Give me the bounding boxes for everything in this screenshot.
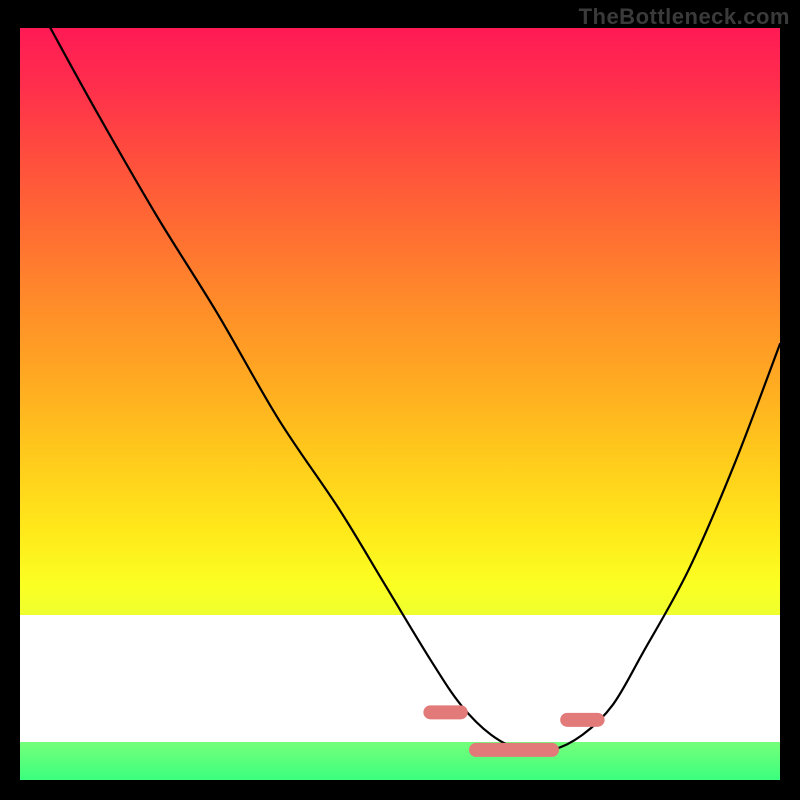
bottleneck-curve: [50, 28, 780, 752]
curve-overlay: [20, 28, 780, 780]
watermark-text: TheBottleneck.com: [579, 4, 790, 30]
plot-area: [20, 28, 780, 780]
minimum-highlight-markers: [430, 712, 597, 750]
chart-frame: TheBottleneck.com: [0, 0, 800, 800]
